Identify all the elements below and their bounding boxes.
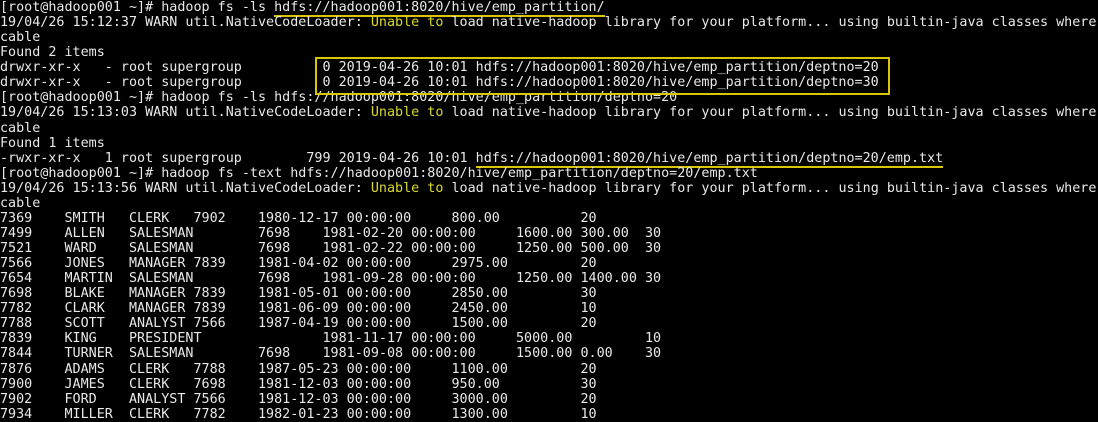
text-segment: cable <box>0 196 40 211</box>
text-segment: load native-hadoop library for your plat… <box>443 15 1098 30</box>
highlighted-warn-text: Unable to <box>371 15 444 30</box>
terminal-line: 7654 MARTIN SALESMAN 7698 1981-09-28 00:… <box>0 271 1098 286</box>
terminal-line: 7788 SCOTT ANALYST 7566 1987-04-19 00:00… <box>0 316 1098 331</box>
text-segment: [root@hadoop001 ~]# hadoop fs -ls hdfs:/… <box>0 90 677 105</box>
text-segment: 7698 BLAKE MANAGER 7839 1981-05-01 00:00… <box>0 286 597 301</box>
terminal-line: cable <box>0 30 1098 45</box>
text-segment: cable <box>0 30 40 45</box>
text-segment: load native-hadoop library for your plat… <box>443 105 1098 120</box>
terminal-line: 19/04/26 15:13:56 WARN util.NativeCodeLo… <box>0 181 1098 196</box>
text-segment: [root@hadoop001 ~]# hadoop fs -text hdfs… <box>0 166 758 181</box>
terminal-line: 7900 JAMES CLERK 7698 1981-12-03 00:00:0… <box>0 377 1098 392</box>
terminal-line: 7369 SMITH CLERK 7902 1980-12-17 00:00:0… <box>0 211 1098 226</box>
text-segment: 7654 MARTIN SALESMAN 7698 1981-09-28 00:… <box>0 271 661 286</box>
text-segment: drwxr-xr-x - root supergroup 0 2019-04-2… <box>0 60 879 75</box>
terminal-line: 7839 KING PRESIDENT 1981-11-17 00:00:00 … <box>0 331 1098 346</box>
terminal-line: 7521 WARD SALESMAN 7698 1981-02-22 00:00… <box>0 241 1098 256</box>
terminal-line: -rwxr-xr-x 1 root supergroup 799 2019-04… <box>0 151 1098 166</box>
text-segment: drwxr-xr-x - root supergroup 0 2019-04-2… <box>0 75 879 90</box>
terminal-line: 19/04/26 15:13:03 WARN util.NativeCodeLo… <box>0 105 1098 120</box>
terminal-output: [root@hadoop001 ~]# hadoop fs -ls hdfs:/… <box>0 0 1098 422</box>
terminal-line: 7698 BLAKE MANAGER 7839 1981-05-01 00:00… <box>0 286 1098 301</box>
text-segment: 7876 ADAMS CLERK 7788 1987-05-23 00:00:0… <box>0 362 597 377</box>
terminal-line: 19/04/26 15:12:37 WARN util.NativeCodeLo… <box>0 15 1098 30</box>
text-segment: 19/04/26 15:13:03 WARN util.NativeCodeLo… <box>0 105 371 120</box>
highlighted-warn-text: Unable to <box>371 181 444 196</box>
text-segment: 7788 SCOTT ANALYST 7566 1987-04-19 00:00… <box>0 316 597 331</box>
terminal-line: 7499 ALLEN SALESMAN 7698 1981-02-20 00:0… <box>0 226 1098 241</box>
terminal-line: 7934 MILLER CLERK 7782 1982-01-23 00:00:… <box>0 407 1098 422</box>
highlighted-warn-text: Unable to <box>371 105 444 120</box>
text-segment: 7566 JONES MANAGER 7839 1981-04-02 00:00… <box>0 256 597 271</box>
terminal-screen[interactable]: [root@hadoop001 ~]# hadoop fs -ls hdfs:/… <box>0 0 1098 422</box>
text-segment: Found 2 items <box>0 45 105 60</box>
text-segment: 7934 MILLER CLERK 7782 1982-01-23 00:00:… <box>0 407 597 422</box>
terminal-line: drwxr-xr-x - root supergroup 0 2019-04-2… <box>0 75 1098 90</box>
text-segment: 7521 WARD SALESMAN 7698 1981-02-22 00:00… <box>0 241 661 256</box>
terminal-line: 7902 FORD ANALYST 7566 1981-12-03 00:00:… <box>0 392 1098 407</box>
text-segment: -rwxr-xr-x 1 root supergroup 799 2019-04… <box>0 151 476 166</box>
text-segment: 7369 SMITH CLERK 7902 1980-12-17 00:00:0… <box>0 211 597 226</box>
terminal-line: [root@hadoop001 ~]# hadoop fs -text hdfs… <box>0 166 1098 181</box>
text-segment: cable <box>0 121 40 136</box>
terminal-line: 7844 TURNER SALESMAN 7698 1981-09-08 00:… <box>0 346 1098 361</box>
terminal-line: 7566 JONES MANAGER 7839 1981-04-02 00:00… <box>0 256 1098 271</box>
text-segment: 7839 KING PRESIDENT 1981-11-17 00:00:00 … <box>0 331 661 346</box>
terminal-line: [root@hadoop001 ~]# hadoop fs -ls hdfs:/… <box>0 90 1098 105</box>
terminal-line: Found 2 items <box>0 45 1098 60</box>
terminal-line: 7782 CLARK MANAGER 7839 1981-06-09 00:00… <box>0 301 1098 316</box>
text-segment: 7844 TURNER SALESMAN 7698 1981-09-08 00:… <box>0 346 661 361</box>
text-segment: load native-hadoop library for your plat… <box>443 181 1098 196</box>
terminal-line: Found 1 items <box>0 136 1098 151</box>
text-segment: Found 1 items <box>0 136 105 151</box>
text-segment: 7499 ALLEN SALESMAN 7698 1981-02-20 00:0… <box>0 226 661 241</box>
terminal-line: 7876 ADAMS CLERK 7788 1987-05-23 00:00:0… <box>0 362 1098 377</box>
text-segment: 7902 FORD ANALYST 7566 1981-12-03 00:00:… <box>0 392 597 407</box>
text-segment: 19/04/26 15:12:37 WARN util.NativeCodeLo… <box>0 15 371 30</box>
text-segment: 7782 CLARK MANAGER 7839 1981-06-09 00:00… <box>0 301 597 316</box>
text-segment: [root@hadoop001 ~]# hadoop fs -ls <box>0 0 274 15</box>
terminal-line: [root@hadoop001 ~]# hadoop fs -ls hdfs:/… <box>0 0 1098 15</box>
terminal-line: cable <box>0 196 1098 211</box>
text-segment: 19/04/26 15:13:56 WARN util.NativeCodeLo… <box>0 181 371 196</box>
text-segment: 7900 JAMES CLERK 7698 1981-12-03 00:00:0… <box>0 377 597 392</box>
terminal-line: cable <box>0 121 1098 136</box>
terminal-line: drwxr-xr-x - root supergroup 0 2019-04-2… <box>0 60 1098 75</box>
